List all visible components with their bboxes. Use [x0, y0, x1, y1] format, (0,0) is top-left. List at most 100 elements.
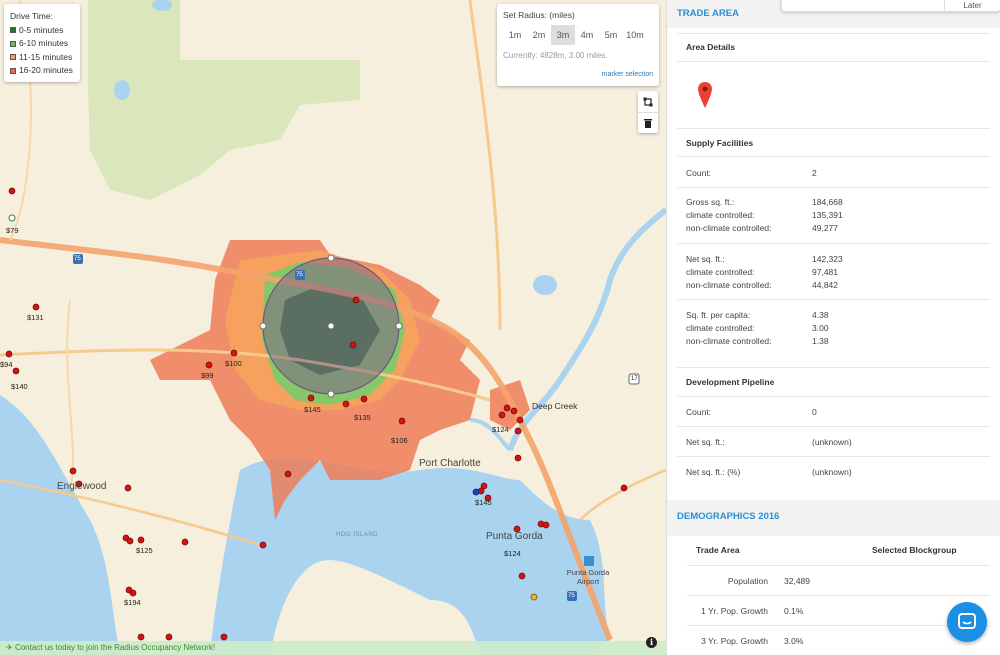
legend-title: Drive Time: [10, 11, 53, 21]
gross-ncc-value: 49,277 [812, 223, 838, 233]
gross-label: Gross sq. ft.: [686, 197, 735, 207]
demo-row: Population 32,489 [687, 575, 810, 588]
city-label: Englewood [57, 481, 107, 492]
legend-label: 16-20 minutes [19, 65, 73, 75]
radius-option-4m[interactable]: 4m [575, 25, 599, 45]
highway-shield-label: 75 [568, 593, 575, 599]
percap-cc-value: 3.00 [812, 323, 829, 333]
pipeline-netpct-label: Net sq. ft.: (%) [686, 467, 741, 477]
city-label: Port Charlotte [419, 458, 481, 469]
gross-value: 184,668 [812, 197, 843, 207]
location-pin-icon [698, 82, 712, 108]
pipeline-net-label: Net sq. ft.: [686, 437, 725, 447]
delete-tool-button[interactable] [638, 112, 658, 133]
radius-option-1m[interactable]: 1m [503, 25, 527, 45]
legend-label: 6-10 minutes [19, 38, 69, 48]
price-label: $140 [11, 382, 28, 391]
price-label: $125 [136, 546, 153, 555]
city-label: Deep Creek [532, 401, 578, 411]
legend-label: 11-15 minutes [19, 51, 73, 62]
net-block: Net sq. ft.: 142,323 climate controlled: 9… [686, 253, 843, 292]
price-label: $106 [391, 436, 408, 445]
legend-item: 0-5 minutes [10, 24, 74, 38]
percap-label: Sq. ft. per capita: [686, 310, 751, 320]
gross-block: Gross sq. ft.: 184,668 climate controlled… [686, 196, 843, 235]
demo-value: 3.0% [784, 636, 804, 646]
demo-value: 32,489 [784, 576, 810, 586]
highway-shield-label: 17 [631, 376, 638, 382]
net-ncc-label: non-climate controlled: [686, 280, 772, 290]
radius-option-3m[interactable]: 3m [551, 25, 575, 45]
trash-icon [644, 119, 652, 128]
radius-current: Currently: 4828m, 3.00 miles. [503, 51, 608, 60]
price-label: $194 [124, 598, 141, 607]
gross-cc-label: climate controlled: [686, 210, 755, 220]
price-label: $145 [475, 498, 492, 507]
pipeline-count-row: Count: 0 [686, 406, 817, 419]
count-row: Count: 2 [686, 167, 817, 180]
price-label: $124 [504, 549, 521, 558]
radius-option-10m[interactable]: 10m [623, 25, 647, 45]
side-panel: TRADE AREA Later Area Details Supply Fac… [666, 0, 1000, 655]
pipeline-count-label: Count: [686, 407, 712, 417]
chat-launcher-button[interactable] [947, 602, 987, 642]
radius-option-5m[interactable]: 5m [599, 25, 623, 45]
legend-swatch [10, 54, 16, 61]
later-button[interactable]: Later [944, 0, 1000, 11]
legend-item: 16-20 minutes [10, 64, 74, 78]
contact-banner-text: Contact us today to join the Radius Occu… [14, 643, 216, 652]
drive-time-legend: Drive Time: 0-5 minutes 6-10 minutes 11-… [4, 4, 80, 82]
demo-label: 1 Yr. Pop. Growth [701, 606, 768, 616]
price-label: $100 [225, 359, 242, 368]
city-label: Punta Gorda [486, 531, 543, 542]
marker-selection-link[interactable]: marker selection [602, 71, 653, 78]
net-value: 142,323 [812, 254, 843, 264]
pipeline-net-value: (unknown) [812, 437, 852, 447]
legend-item: 11-15 minutes [10, 51, 74, 65]
pipeline-netpct-value: (unknown) [812, 467, 852, 477]
price-label: $131 [27, 313, 44, 322]
percap-cc-label: climate controlled: [686, 323, 755, 333]
radius-title: Set Radius: (miles) [503, 10, 575, 20]
pipeline-count-value: 0 [812, 407, 817, 417]
area-details-heading: Area Details [686, 42, 736, 52]
percap-ncc-value: 1.38 [812, 336, 829, 346]
demo-row: 3 Yr. Pop. Growth 3.0% [687, 635, 803, 648]
city-label: Punta Gorda Airport [566, 568, 610, 586]
legend-label: 0-5 minutes [19, 24, 64, 35]
legend-item: 6-10 minutes [10, 37, 74, 51]
price-label: $99 [201, 371, 214, 380]
percap-value: 4.38 [812, 310, 829, 320]
net-cc-value: 97,481 [812, 267, 838, 277]
radius-option-2m[interactable]: 2m [527, 25, 551, 45]
price-label: $94 [0, 360, 13, 369]
legend-swatch [10, 67, 16, 74]
island-label: HOG ISLAND [336, 532, 379, 538]
chat-icon [958, 613, 976, 629]
demo-label: 3 Yr. Pop. Growth [701, 636, 768, 646]
percap-ncc-label: non-climate controlled: [686, 336, 772, 346]
gross-cc-value: 135,391 [812, 210, 843, 220]
contact-banner[interactable]: ✈ Contact us today to join the Radius Oc… [0, 641, 666, 655]
notification-card: Later [781, 0, 1000, 12]
supply-facilities-heading: Supply Facilities [686, 138, 754, 148]
pipeline-net-row: Net sq. ft.: (unknown) [686, 436, 852, 449]
net-ncc-value: 44,842 [812, 280, 838, 290]
net-label: Net sq. ft.: [686, 254, 725, 264]
count-label: Count: [686, 168, 712, 178]
map-canvas[interactable]: $79 $131 $94 $140 $100 $99 $145 $135 $10… [0, 0, 666, 655]
polygon-tool-button[interactable] [638, 91, 658, 112]
info-icon[interactable]: i [646, 637, 657, 648]
price-label: $124 [492, 425, 509, 434]
polygon-icon [643, 97, 653, 106]
legend-swatch [10, 27, 16, 34]
demo-label: Population [727, 576, 768, 586]
net-cc-label: climate controlled: [686, 267, 755, 277]
price-label: $79 [6, 226, 19, 235]
radius-selector: Set Radius: (miles) 1m 2m 3m 4m 5m 10m C… [497, 4, 659, 86]
radius-options: 1m 2m 3m 4m 5m 10m [503, 25, 653, 45]
percap-block: Sq. ft. per capita: 4.38 climate controll… [686, 309, 829, 348]
highway-shield-label: 75 [74, 256, 81, 262]
map-base [0, 0, 666, 655]
highway-shield-label: 75 [296, 272, 303, 278]
